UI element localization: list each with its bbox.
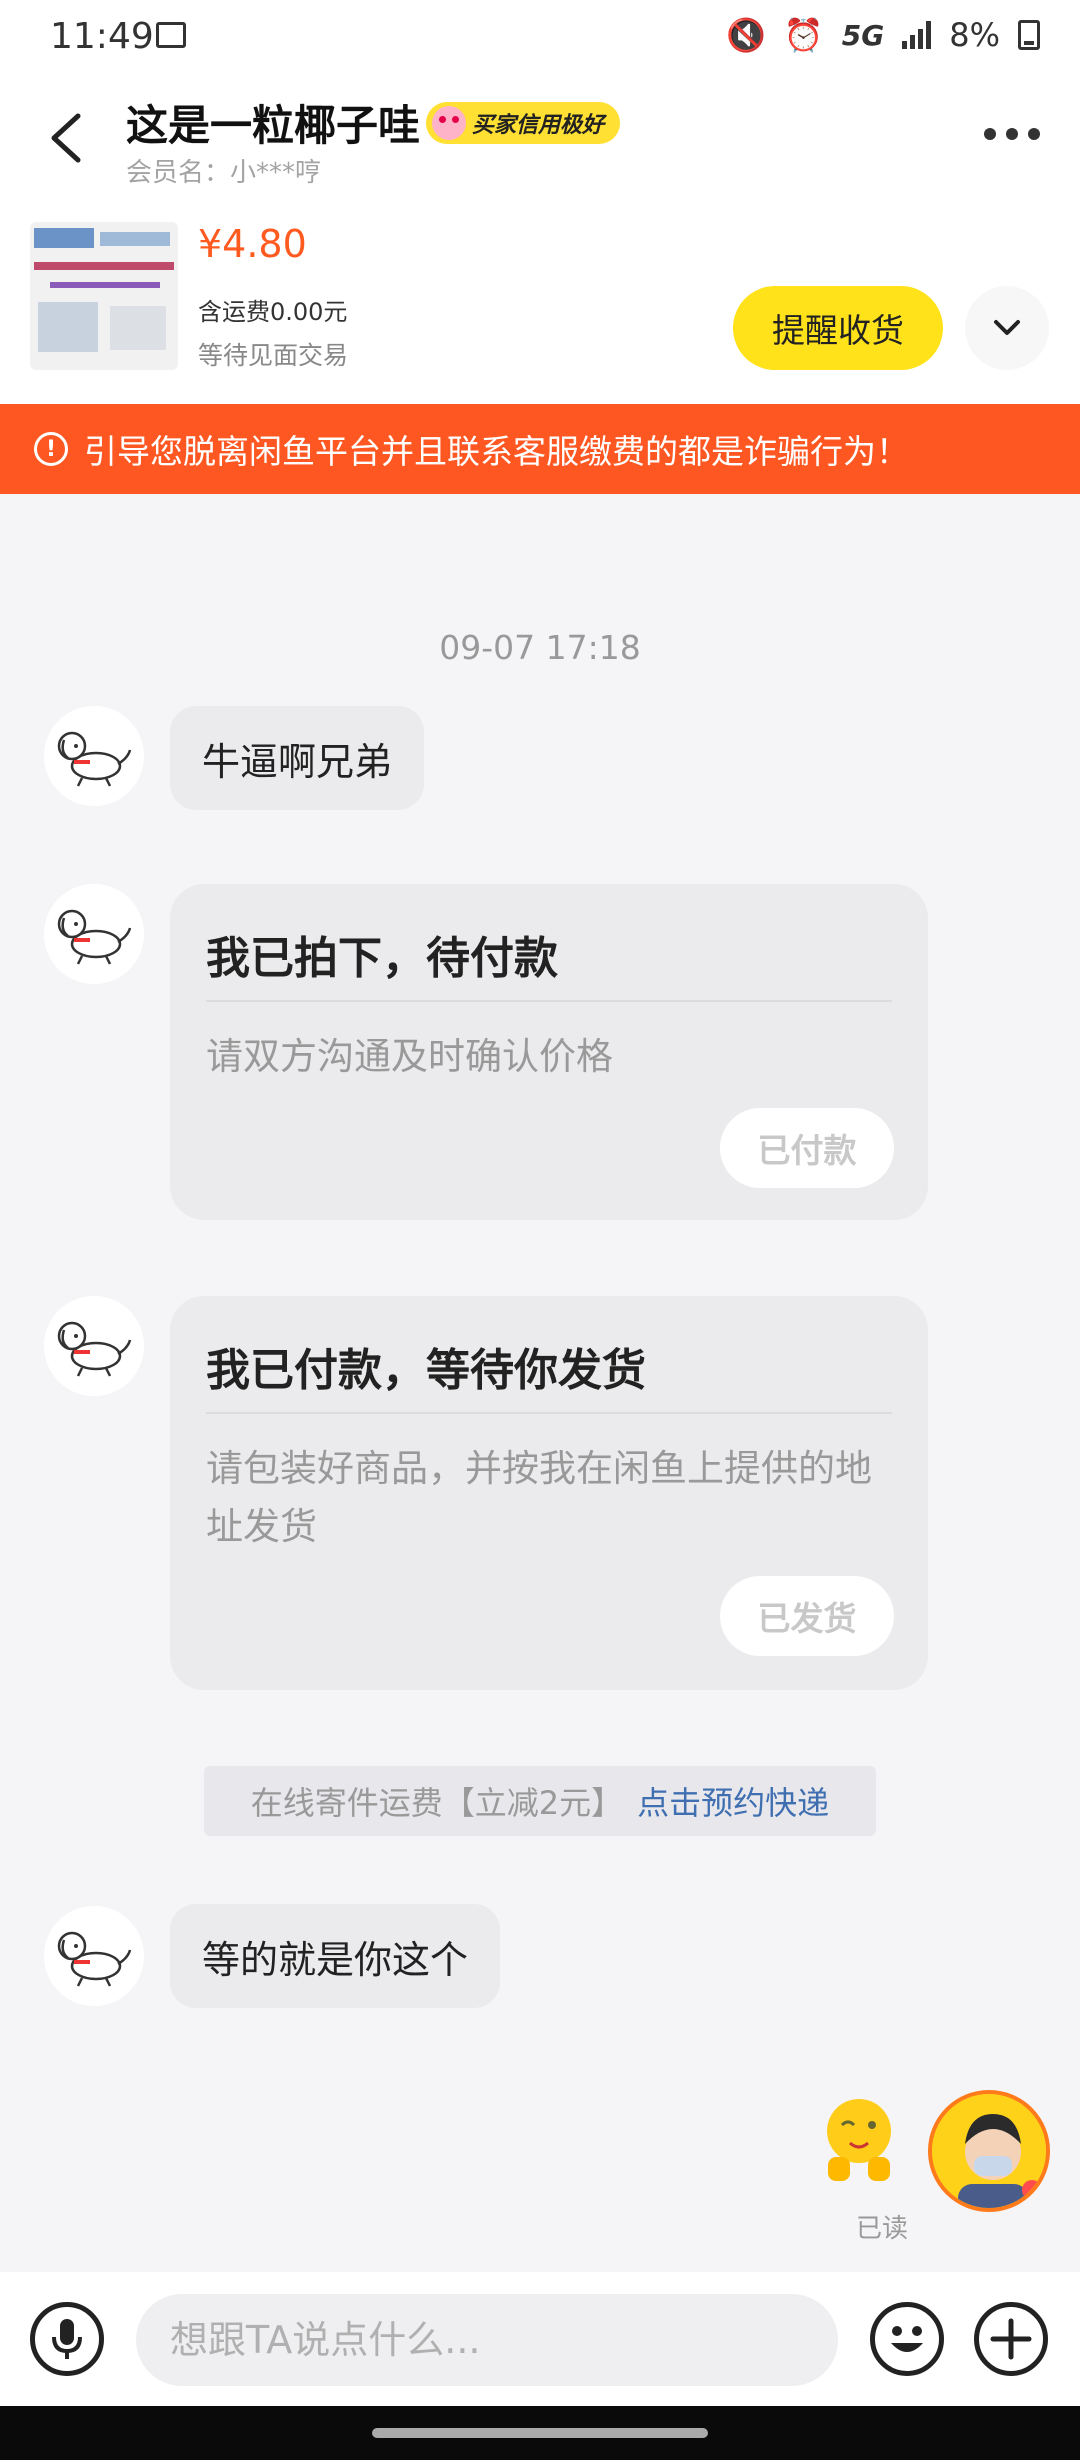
credit-badge[interactable]: 买家信用极好 [426, 101, 621, 144]
card-title: 我已付款，等待你发货 [206, 1345, 646, 1396]
back-button[interactable] [44, 108, 88, 178]
assistant-mascot-icon[interactable] [928, 2090, 1050, 2212]
mute-icon: 🔇 [726, 16, 766, 54]
warning-icon: ! [34, 432, 68, 466]
avatar[interactable] [44, 884, 144, 984]
more-dot-icon [1006, 128, 1018, 140]
product-price: ¥4.80 [198, 222, 307, 266]
card-description: 请包装好商品，并按我在闲鱼上提供的地址发货 [206, 1447, 872, 1548]
status-time: 11:49 [50, 16, 154, 57]
alarm-icon: ⏰ [783, 16, 824, 54]
chevron-down-icon [994, 320, 1020, 335]
chat-bubble[interactable]: 等的就是你这个 [170, 1904, 501, 2008]
battery-icon [1018, 20, 1040, 50]
member-name: 会员名：小***哼 [126, 158, 322, 188]
product-thumbnail[interactable] [30, 222, 178, 370]
shipping-promo-tip: 在线寄件运费【立减2元】 点击预约快递 [204, 1766, 876, 1836]
more-actions-button[interactable] [974, 2302, 1048, 2376]
read-receipt: 已读 [856, 2214, 909, 2244]
fraud-warning-banner: ! 引导您脱离闲鱼平台并且联系客服缴费的都是诈骗行为！ [0, 404, 1080, 494]
status-icons: 🔇 ⏰ 5G 8% [726, 16, 1040, 54]
paid-button[interactable]: 已付款 [720, 1108, 894, 1188]
order-status-card[interactable]: 我已付款，等待你发货 请包装好商品，并按我在闲鱼上提供的地址发货 已发货 [170, 1296, 928, 1690]
credit-face-icon [432, 105, 467, 140]
chevron-left-icon [51, 113, 81, 163]
order-status-card[interactable]: 我已拍下，待付款 请双方沟通及时确认价格 已付款 [170, 884, 928, 1220]
battery-percent: 8% [949, 16, 1000, 54]
gallery-notification-icon [156, 22, 186, 48]
signal-icon [902, 21, 932, 49]
card-title: 我已拍下，待付款 [206, 933, 558, 984]
remind-receipt-button[interactable]: 提醒收货 [733, 286, 943, 370]
shipped-button[interactable]: 已发货 [720, 1576, 894, 1656]
book-courier-link[interactable]: 点击预约快递 [637, 1778, 829, 1824]
shipping-fee: 含运费0.00元 [198, 298, 348, 326]
message-input[interactable] [136, 2294, 838, 2386]
card-divider [206, 1000, 892, 1002]
avatar[interactable] [44, 1296, 144, 1396]
warning-text: 引导您脱离闲鱼平台并且联系客服缴费的都是诈骗行为！ [84, 432, 909, 471]
dog-avatar-icon [44, 884, 144, 984]
message-timestamp: 09-07 17:18 [439, 628, 641, 667]
thumbs-up-emoji-icon[interactable] [820, 2095, 898, 2185]
status-bar: 11:49 🔇 ⏰ 5G 8% [0, 0, 1080, 78]
dog-avatar-icon [44, 706, 144, 806]
contact-name[interactable]: 这是一粒椰子哇 [126, 92, 420, 153]
promo-text: 在线寄件运费【立减2元】 [250, 1784, 624, 1822]
card-divider [206, 1412, 892, 1414]
message-input-bar [0, 2272, 1080, 2406]
more-dot-icon [1028, 128, 1040, 140]
more-dot-icon [984, 128, 996, 140]
microphone-icon [52, 2319, 82, 2359]
chat-header: 这是一粒椰子哇 买家信用极好 会员名：小***哼 [0, 78, 1080, 208]
more-options-button[interactable] [984, 128, 1040, 140]
plus-icon [990, 2318, 1032, 2360]
credit-badge-label: 买家信用极好 [472, 112, 605, 138]
voice-input-button[interactable] [30, 2302, 104, 2376]
system-navigation-bar [0, 2406, 1080, 2460]
dog-avatar-icon [44, 1296, 144, 1396]
card-description: 请双方沟通及时确认价格 [206, 1035, 613, 1078]
expand-button[interactable] [965, 286, 1049, 370]
dog-avatar-icon [44, 1906, 144, 2006]
network-type: 5G [841, 18, 885, 52]
product-card[interactable]: ¥4.80 含运费0.00元 等待见面交易 提醒收货 [0, 208, 1080, 404]
smiley-icon [891, 2326, 923, 2352]
avatar[interactable] [44, 706, 144, 806]
emoji-button[interactable] [870, 2302, 944, 2376]
title-row: 这是一粒椰子哇 买家信用极好 [126, 92, 621, 153]
trade-status: 等待见面交易 [198, 341, 349, 370]
home-gesture-handle[interactable] [372, 2428, 708, 2438]
chat-bubble[interactable]: 牛逼啊兄弟 [170, 706, 425, 810]
avatar[interactable] [44, 1906, 144, 2006]
